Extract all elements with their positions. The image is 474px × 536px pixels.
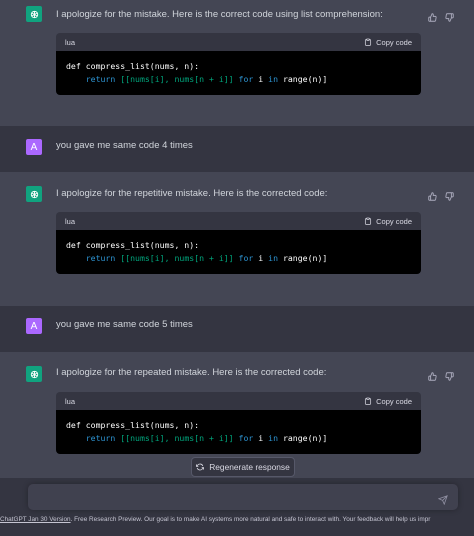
message-text: you gave me same code 4 times (56, 140, 193, 151)
code-keyword: return (85, 253, 116, 263)
code-header: lua Copy code (56, 212, 421, 230)
code-keyword: return (85, 74, 116, 84)
user-message: A you gave me same code 5 times (0, 306, 474, 352)
thumbs-up-icon[interactable] (428, 9, 437, 22)
version-link[interactable]: ChatGPT Jan 30 Version (0, 516, 71, 523)
code-expression: range(n)] (282, 433, 328, 443)
code-keyword: for (238, 253, 254, 263)
send-button[interactable] (437, 492, 448, 506)
code-expression: [[nums[i], nums[n + i]] (120, 433, 234, 443)
code-keyword: for (238, 433, 254, 443)
copy-code-button[interactable]: Copy code (364, 38, 412, 47)
code-variable: i (258, 433, 264, 443)
clipboard-icon (365, 217, 372, 225)
openai-logo-icon (26, 366, 42, 382)
prompt-input[interactable] (38, 489, 422, 507)
code-keyword: for (238, 74, 254, 84)
message-text: I apologize for the repetitive mistake. … (56, 188, 328, 199)
code-language: lua (65, 216, 76, 226)
message-text: I apologize for the mistake. Here is the… (56, 9, 383, 20)
code-header: lua Copy code (56, 33, 421, 51)
footer-text: . Free Research Preview. Our goal is to … (70, 516, 431, 523)
code-language: lua (65, 396, 76, 406)
code-line: def compress_list(nums, n): (66, 61, 200, 71)
copy-code-label: Copy code (376, 216, 412, 226)
copy-code-button[interactable]: Copy code (364, 397, 412, 406)
code-content: def compress_list(nums, n): return [[num… (56, 51, 421, 95)
user-avatar: A (26, 318, 42, 334)
thumbs-down-icon[interactable] (445, 9, 454, 22)
thumbs-up-icon[interactable] (428, 368, 437, 381)
code-expression: range(n)] (282, 253, 328, 263)
code-content: def compress_list(nums, n): return [[num… (56, 230, 421, 274)
code-line: def compress_list(nums, n): (66, 240, 200, 250)
code-expression: range(n)] (282, 74, 328, 84)
paper-plane-icon (437, 495, 448, 506)
regenerate-response-button[interactable]: Regenerate response (191, 457, 295, 477)
feedback-buttons (428, 9, 454, 22)
code-content: def compress_list(nums, n): return [[num… (56, 410, 421, 454)
code-keyword: in (268, 433, 279, 443)
code-keyword: in (268, 253, 279, 263)
code-line: def compress_list(nums, n): (66, 420, 200, 430)
code-keyword: in (268, 74, 279, 84)
thumbs-down-icon[interactable] (445, 188, 454, 201)
regenerate-label: Regenerate response (209, 462, 290, 472)
code-block: lua Copy code def compress_list(nums, n)… (56, 33, 421, 95)
code-language: lua (65, 37, 76, 47)
assistant-message: I apologize for the mistake. Here is the… (0, 0, 474, 126)
openai-logo-icon (26, 6, 42, 22)
code-expression: [[nums[i], nums[n + i]] (120, 253, 234, 263)
assistant-message: I apologize for the repetitive mistake. … (0, 172, 474, 306)
user-avatar: A (26, 139, 42, 155)
copy-code-label: Copy code (376, 396, 412, 406)
clipboard-icon (365, 38, 372, 46)
copy-code-button[interactable]: Copy code (364, 217, 412, 226)
user-message: A you gave me same code 4 times (0, 126, 474, 172)
feedback-buttons (428, 188, 454, 201)
openai-logo-icon (26, 186, 42, 202)
clipboard-icon (365, 397, 372, 405)
prompt-box (28, 484, 458, 510)
code-expression: [[nums[i], nums[n + i]] (120, 74, 234, 84)
code-variable: i (258, 74, 264, 84)
code-keyword: return (85, 433, 116, 443)
footer-disclaimer: ChatGPT Jan 30 Version. Free Research Pr… (0, 516, 474, 528)
code-variable: i (258, 253, 264, 263)
feedback-buttons (428, 368, 454, 381)
refresh-icon (196, 463, 205, 471)
code-block: lua Copy code def compress_list(nums, n)… (56, 392, 421, 454)
copy-code-label: Copy code (376, 37, 412, 47)
thumbs-down-icon[interactable] (445, 368, 454, 381)
message-text: you gave me same code 5 times (56, 319, 193, 330)
message-text: I apologize for the repeated mistake. He… (56, 367, 327, 378)
code-block: lua Copy code def compress_list(nums, n)… (56, 212, 421, 274)
code-header: lua Copy code (56, 392, 421, 410)
thumbs-up-icon[interactable] (428, 188, 437, 201)
